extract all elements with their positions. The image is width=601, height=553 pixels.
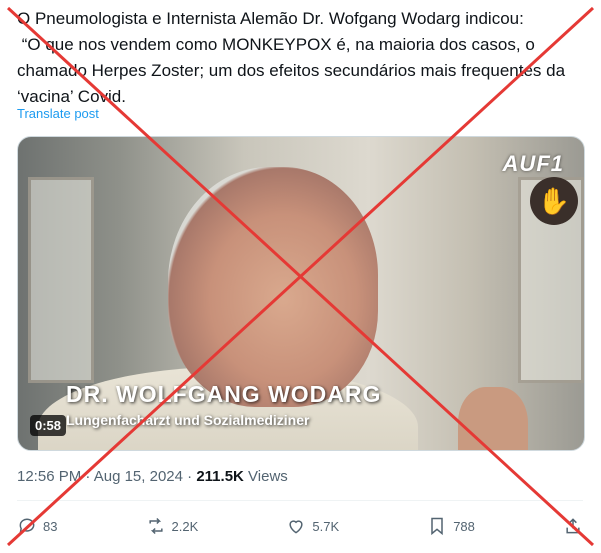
video-subject-hand xyxy=(458,387,528,450)
lower-third: DR. WOLFGANG WODARG Lungenfacharzt und S… xyxy=(66,381,381,428)
views-count: 211.5K xyxy=(196,468,244,485)
reply-button[interactable]: 83 xyxy=(17,516,57,536)
share-icon xyxy=(566,518,580,534)
translate-post-link[interactable]: Translate post xyxy=(17,106,99,121)
action-bar: 83 2.2K 5.7K 788 xyxy=(17,512,583,540)
meta-separator: · xyxy=(85,468,91,485)
channel-logo: AUF1 xyxy=(502,151,564,176)
post-date[interactable]: Aug 15, 2024 xyxy=(94,468,183,485)
video-subject-head xyxy=(168,167,378,407)
like-count: 5.7K xyxy=(312,518,340,534)
reply-icon xyxy=(19,518,35,535)
tweet-text-line: O Pneumologista e Internista Alemão Dr. … xyxy=(17,9,524,28)
like-icon xyxy=(289,520,303,534)
bookmark-count: 788 xyxy=(453,518,475,534)
tweet-text: O Pneumologista e Internista Alemão Dr. … xyxy=(17,6,592,110)
lower-third-subtitle: Lungenfacharzt und Sozialmediziner xyxy=(66,412,310,428)
tweet-text-line: “O que nos vendem como MONKEYPOX é, na m… xyxy=(17,35,535,54)
share-button[interactable] xyxy=(563,516,583,536)
repost-count: 2.2K xyxy=(171,518,199,534)
bookmark-icon xyxy=(431,517,443,536)
repost-icon xyxy=(148,517,163,535)
post-time[interactable]: 12:56 PM xyxy=(17,468,81,485)
tweet-text-line: ‘vacina’ Covid. xyxy=(17,87,126,106)
repost-button[interactable]: 2.2K xyxy=(146,516,199,536)
lower-third-name: DR. WOLFGANG WODARG xyxy=(66,381,382,407)
like-button[interactable]: 5.7K xyxy=(286,516,339,536)
hand-logo-icon: ✋ xyxy=(530,177,578,225)
video-duration-badge: 0:58 xyxy=(30,415,67,436)
meta-separator: · xyxy=(187,468,193,485)
views-label: Views xyxy=(248,468,288,485)
bookmark-button[interactable]: 788 xyxy=(427,516,475,536)
background-window xyxy=(28,177,94,383)
divider xyxy=(17,500,583,501)
reply-count: 83 xyxy=(43,518,58,534)
video-player[interactable]: AUF1 ✋ DR. WOLFGANG WODARG Lungenfacharz… xyxy=(17,136,585,451)
tweet-text-line: chamado Herpes Zoster; um dos efeitos se… xyxy=(17,61,566,80)
tweet-meta: 12:56 PM · Aug 15, 2024 · 211.5K Views xyxy=(17,468,288,485)
